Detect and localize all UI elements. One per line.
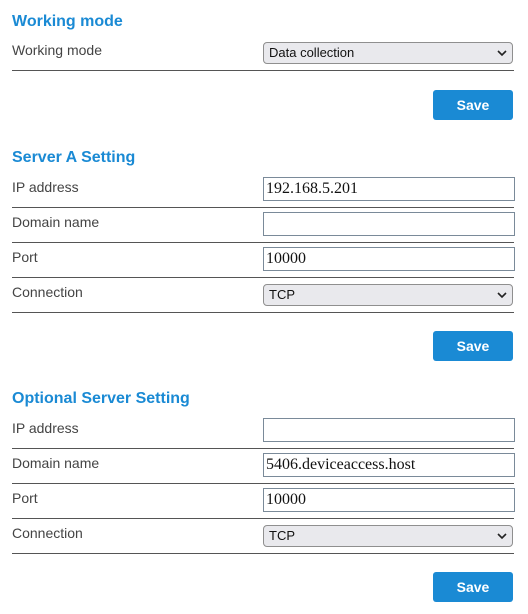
working-mode-row: Working mode Data collection	[12, 35, 514, 71]
chevron-down-icon	[497, 292, 507, 299]
server-a-connection-select[interactable]: TCP	[263, 284, 513, 306]
server-a-port-row: Port	[12, 242, 515, 278]
optional-port-input[interactable]	[263, 488, 515, 512]
chevron-down-icon	[497, 50, 507, 57]
working-mode-save-button[interactable]: Save	[433, 90, 513, 120]
server-a-connection-row: Connection TCP	[12, 277, 514, 313]
working-mode-title: Working mode	[12, 13, 123, 30]
server-a-domain-input[interactable]	[263, 212, 515, 236]
optional-ip-input[interactable]	[263, 418, 515, 442]
server-a-domain-row: Domain name	[12, 207, 515, 243]
server-a-save-button[interactable]: Save	[433, 331, 513, 361]
optional-domain-input[interactable]	[263, 453, 515, 477]
server-a-ip-row: IP address	[12, 172, 515, 208]
optional-connection-select[interactable]: TCP	[263, 525, 513, 547]
server-a-port-input[interactable]	[263, 247, 515, 271]
server-a-ip-label: IP address	[12, 179, 79, 195]
optional-port-label: Port	[12, 490, 38, 506]
optional-domain-row: Domain name	[12, 448, 515, 484]
optional-domain-label: Domain name	[12, 455, 100, 471]
server-a-title: Server A Setting	[12, 149, 136, 166]
optional-server-save-button[interactable]: Save	[433, 572, 513, 602]
server-a-domain-label: Domain name	[12, 214, 100, 230]
server-a-connection-label: Connection	[12, 284, 83, 300]
working-mode-select-value: Data collection	[269, 45, 355, 60]
optional-ip-label: IP address	[12, 420, 79, 436]
working-mode-label: Working mode	[12, 42, 103, 58]
optional-port-row: Port	[12, 483, 515, 519]
server-a-port-label: Port	[12, 249, 38, 265]
server-a-connection-value: TCP	[269, 287, 295, 302]
optional-connection-row: Connection TCP	[12, 518, 514, 554]
working-mode-select[interactable]: Data collection	[263, 42, 513, 64]
optional-connection-value: TCP	[269, 528, 295, 543]
optional-connection-label: Connection	[12, 525, 83, 541]
chevron-down-icon	[497, 533, 507, 540]
optional-server-title: Optional Server Setting	[12, 390, 190, 407]
optional-ip-row: IP address	[12, 413, 515, 449]
server-a-ip-input[interactable]	[263, 177, 515, 201]
